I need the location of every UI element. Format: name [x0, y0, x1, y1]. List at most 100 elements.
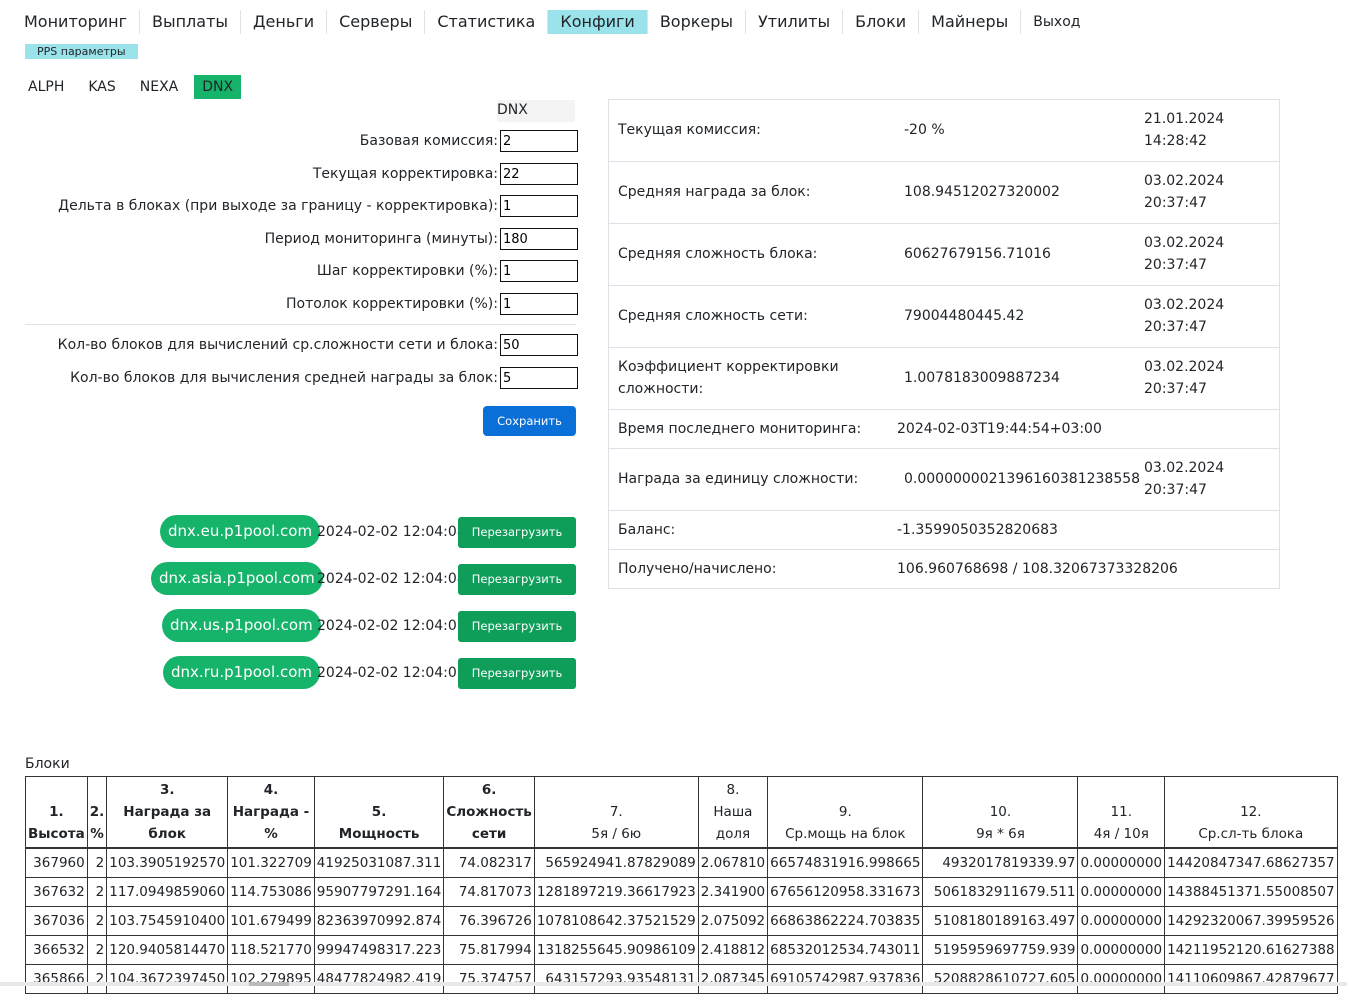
server-badge-ru: dnx.ru.p1pool.com: [163, 656, 321, 689]
cell: 0.00000000: [1077, 964, 1166, 994]
monitoring-period-label: Период мониторинга (минуты):: [264, 231, 498, 247]
nav-blocks[interactable]: Блоки: [843, 10, 920, 34]
cell: 14420847347.68627357: [1164, 847, 1338, 878]
monitoring-period-input[interactable]: [500, 228, 578, 250]
form-coin-label: DNX: [497, 100, 575, 122]
subtab-pps-params[interactable]: PPS параметры: [25, 44, 138, 59]
form-row-monitoring-period: Период мониторинга (минуты):: [25, 227, 578, 251]
blocks-title: Блоки: [25, 756, 70, 772]
stat-date: 03.02.2024 20:37:47: [1144, 173, 1225, 211]
table-row: 367036 2 103.7545910400 101.679499 82363…: [25, 906, 1338, 936]
nav-monitoring[interactable]: Мониторинг: [12, 10, 140, 34]
stat-row-difficulty-coefficient: Коэффициент корректировки сложности: 1.0…: [609, 348, 1279, 410]
cell: 5108180189163.497: [922, 906, 1079, 936]
cell: 2: [86, 906, 108, 936]
cell: 2: [86, 847, 108, 878]
cell: 104.3672397450: [106, 964, 229, 994]
nav-configs[interactable]: Конфиги: [548, 10, 648, 34]
nav-statistics[interactable]: Статистика: [425, 10, 549, 34]
col-reward-minus-percent: 4. Награда -%: [227, 776, 315, 849]
current-adjustment-input[interactable]: [500, 163, 578, 185]
coin-tab-nexa[interactable]: NEXA: [132, 75, 187, 99]
horizontal-scrollbar[interactable]: [0, 982, 1347, 986]
col-avg-hashrate-per-block: 9. Ср.мощь на блок: [767, 776, 924, 849]
form-row-adjustment-step: Шаг корректировки (%):: [25, 259, 578, 283]
cell: 2.418812: [697, 935, 769, 965]
coin-tab-kas[interactable]: KAS: [80, 75, 123, 99]
nav-servers[interactable]: Серверы: [327, 10, 426, 34]
stat-label: Коэффициент корректировки сложности:: [618, 359, 839, 397]
server-time-us: 2024-02-02 12:04:07: [317, 618, 466, 634]
cell: 117.0949859060: [106, 877, 229, 907]
cell: 366532: [25, 935, 88, 965]
stat-label: Получено/начислено:: [618, 561, 777, 577]
stat-label: Награда за единицу сложности:: [618, 471, 859, 487]
stat-date: 03.02.2024 20:37:47: [1144, 235, 1225, 273]
nav-utilities[interactable]: Утилиты: [746, 10, 844, 34]
cell: 75.817994: [443, 935, 535, 965]
block-delta-input[interactable]: [500, 195, 578, 217]
stat-value: 108.94512027320002: [904, 184, 1060, 200]
cell: 1318255645.90986109: [533, 935, 699, 965]
cell: 41925031087.311: [313, 847, 445, 878]
stat-row-avg-block-difficulty: Средняя сложность блока: 60627679156.710…: [609, 224, 1279, 286]
stat-date: 03.02.2024 20:37:47: [1144, 297, 1225, 335]
nav-workers[interactable]: Воркеры: [648, 10, 747, 34]
form-row-block-delta: Дельта в блоках (при выходе за границу -…: [25, 194, 578, 218]
cell: 643157293.93548131: [533, 964, 699, 994]
cell: 103.3905192570: [106, 847, 229, 878]
col-our-share: 8. Наша доля: [697, 776, 769, 849]
adjustment-step-input[interactable]: [500, 260, 578, 282]
cell: 101.322709: [227, 847, 315, 878]
nav-payouts[interactable]: Выплаты: [140, 10, 242, 34]
form-row-adjustment-ceiling: Потолок корректировки (%):: [25, 292, 578, 316]
stat-date: 03.02.2024 20:37:47: [1144, 460, 1225, 498]
cell: 1281897219.36617923: [533, 877, 699, 907]
nav-miners[interactable]: Майнеры: [919, 10, 1022, 34]
blocks-table: 1. Высота 2.% 3. Награда за блок 4. Награда …: [25, 776, 1338, 994]
col-percent: 2.%: [86, 776, 108, 849]
reload-button-us[interactable]: Перезагрузить: [458, 611, 576, 642]
adjustment-ceiling-input[interactable]: [500, 293, 578, 315]
cell: 82363970992.874: [313, 906, 445, 936]
cell: 99947498317.223: [313, 935, 445, 965]
cell: 103.7545910400: [106, 906, 229, 936]
cell: 68532012534.743011: [767, 935, 924, 965]
server-badge-eu: dnx.eu.p1pool.com: [160, 515, 321, 548]
stat-row-last-monitoring: Время последнего мониторинга: 2024-02-03…: [609, 410, 1279, 449]
cell: 367036: [25, 906, 88, 936]
block-delta-label: Дельта в блоках (при выходе за границу -…: [58, 198, 498, 214]
stat-label: Средняя сложность сети:: [618, 308, 808, 324]
main-nav: Мониторинг Выплаты Деньги Серверы Статис…: [12, 10, 1092, 34]
reload-button-asia[interactable]: Перезагрузить: [458, 564, 576, 595]
coin-tab-dnx[interactable]: DNX: [194, 75, 242, 99]
cell: 118.521770: [227, 935, 315, 965]
col-network-difficulty: 6. Сложность сети: [443, 776, 535, 849]
reward-blocks-input[interactable]: [500, 367, 578, 389]
base-fee-input[interactable]: [500, 130, 578, 152]
horizontal-scrollbar-thumb[interactable]: [249, 982, 289, 986]
cell: 14211952120.61627388: [1164, 935, 1338, 965]
cell: 2.075092: [697, 906, 769, 936]
cell: 114.753086: [227, 877, 315, 907]
cell: 2.087345: [697, 964, 769, 994]
form-divider: [25, 324, 576, 325]
cell: 0.00000000: [1077, 935, 1166, 965]
reward-blocks-label: Кол-во блоков для вычисления средней наг…: [70, 370, 498, 386]
nav-money[interactable]: Деньги: [241, 10, 328, 34]
cell: 102.279895: [227, 964, 315, 994]
server-time-asia: 2024-02-02 12:04:08: [317, 571, 466, 587]
col-height: 1. Высота: [25, 776, 88, 849]
cell: 0.00000000: [1077, 847, 1166, 878]
adjustment-ceiling-label: Потолок корректировки (%):: [285, 296, 498, 312]
difficulty-blocks-input[interactable]: [500, 334, 578, 356]
cell: 2: [86, 935, 108, 965]
coin-tab-alph[interactable]: ALPH: [20, 75, 72, 99]
reload-button-eu[interactable]: Перезагрузить: [458, 517, 576, 548]
save-button[interactable]: Сохранить: [483, 406, 576, 436]
cell: 2.341900: [697, 877, 769, 907]
nav-logout[interactable]: Выход: [1021, 10, 1092, 34]
cell: 2.067810: [697, 847, 769, 878]
reload-button-ru[interactable]: Перезагрузить: [458, 658, 576, 689]
cell: 74.082317: [443, 847, 535, 878]
